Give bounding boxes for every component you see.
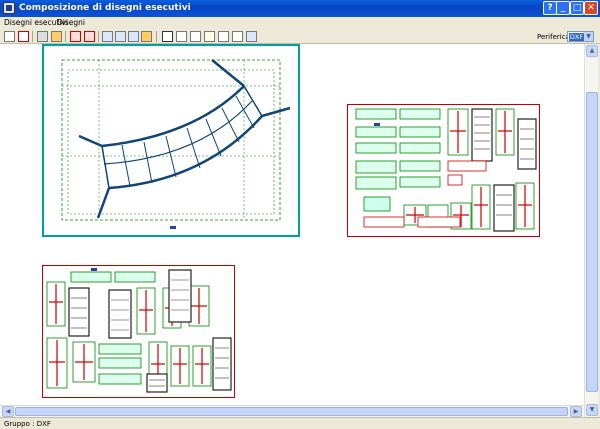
scroll-down-icon[interactable]: ▼ [586, 404, 598, 416]
maximize-button[interactable]: □ [570, 1, 584, 15]
scroll-up-icon[interactable]: ▲ [586, 45, 598, 57]
toolbar-separator [32, 31, 33, 42]
drawing-canvas[interactable] [0, 44, 584, 405]
title-bar: Composizione di disegni esecutivi ? _ □ … [0, 0, 600, 17]
status-bar: Gruppo : DXF [0, 417, 600, 429]
menu-bar: Disegni esecutivi Disegni [0, 17, 600, 29]
preview-icon[interactable] [128, 31, 139, 42]
export-icon[interactable] [141, 31, 152, 42]
print-icon[interactable] [37, 31, 48, 42]
new-icon[interactable] [4, 31, 15, 42]
toolbar-separator [156, 31, 157, 42]
zoom-out-icon[interactable] [218, 31, 229, 42]
chevron-down-icon[interactable]: ▼ [584, 32, 593, 41]
print-preview-icon[interactable] [51, 31, 62, 42]
drawing-sheet-windows-2[interactable] [42, 265, 235, 398]
close-button[interactable]: ✕ [584, 1, 598, 15]
minimize-button[interactable]: _ [556, 1, 570, 15]
drawing-sheet-arched-portal[interactable] [42, 44, 300, 237]
horizontal-scroll-thumb[interactable] [15, 407, 568, 416]
layout-icon[interactable] [102, 31, 113, 42]
pan-icon[interactable] [232, 31, 243, 42]
toolbar [0, 29, 600, 44]
zoom-window-icon[interactable] [176, 31, 187, 42]
periferica-value: DXF [569, 33, 584, 41]
menu-disegni[interactable]: Disegni [57, 18, 85, 27]
remove-drawing-icon[interactable] [70, 31, 81, 42]
remove-all-icon[interactable] [84, 31, 95, 42]
arched-portal-drawing [61, 59, 291, 229]
periferica-select[interactable]: DXF ▼ [567, 31, 594, 42]
vertical-scroll-thumb[interactable] [586, 92, 598, 392]
horizontal-scrollbar[interactable]: ◀ ▶ [0, 405, 584, 417]
window-title: Composizione di disegni esecutivi [19, 3, 191, 13]
select-icon[interactable] [162, 31, 173, 42]
status-text: Gruppo : DXF [4, 420, 51, 428]
toolbar-separator [65, 31, 66, 42]
windows-drawing-2 [46, 268, 232, 393]
toolbar-separator [98, 31, 99, 42]
windows-drawing-1 [355, 108, 537, 232]
help-button[interactable]: ? [543, 1, 557, 15]
scroll-left-icon[interactable]: ◀ [2, 406, 14, 417]
pencil-icon[interactable] [204, 31, 215, 42]
scroll-right-icon[interactable]: ▶ [570, 406, 582, 417]
delete-icon[interactable] [18, 31, 29, 42]
vertical-scrollbar[interactable]: ▲ ▼ [584, 44, 598, 417]
zoom-all-icon[interactable] [246, 31, 257, 42]
app-icon[interactable] [3, 2, 15, 14]
arrange-icon[interactable] [115, 31, 126, 42]
drawing-sheet-windows-1[interactable] [347, 104, 540, 237]
zoom-icon[interactable] [190, 31, 201, 42]
periferica-label: Periferica [537, 33, 570, 41]
